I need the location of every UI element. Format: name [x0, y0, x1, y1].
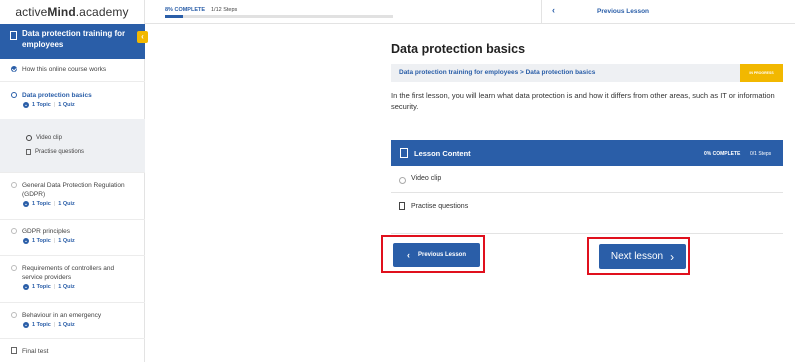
divider: [0, 255, 145, 256]
incomplete-circle-icon: [11, 92, 17, 98]
lesson-meta: ⌄ 1 Topic | 1 Quiz: [23, 284, 145, 290]
quiz-icon: [26, 149, 31, 155]
lesson-meta: ⌄ 1 Topic | 1 Quiz: [23, 102, 145, 108]
course-header[interactable]: Data protection training for employees: [0, 24, 145, 59]
quiz-icon: [11, 347, 17, 354]
separator: |: [53, 102, 56, 108]
lesson-content-item-label: Video clip: [411, 175, 442, 182]
sidebar-item-requirements[interactable]: Requirements of controllers and service …: [0, 264, 145, 290]
divider: [0, 338, 145, 339]
sidebar-item-label: How this online course works: [22, 66, 107, 73]
separator: |: [53, 284, 56, 290]
course-title: Data protection training for employees: [22, 29, 126, 49]
separator: |: [53, 322, 56, 328]
topic-count: 1 Topic: [32, 322, 51, 328]
sidebar-item-how-course-works[interactable]: How this online course works: [0, 65, 145, 74]
expand-toggle-icon[interactable]: ⌄: [23, 201, 29, 207]
expand-toggle-icon[interactable]: ⌄: [23, 238, 29, 244]
lesson-meta: ⌄ 1 Topic | 1 Quiz: [23, 201, 145, 207]
divider: [0, 172, 145, 173]
brand-prefix: active: [15, 5, 48, 19]
incomplete-circle-icon: [399, 177, 406, 184]
lesson-sub-items: [0, 119, 145, 172]
lesson-content-item-label: Practise questions: [411, 203, 469, 210]
quiz-count: 1 Quiz: [58, 102, 75, 108]
lesson-content-title: Lesson Content: [414, 149, 471, 158]
breadcrumb: Data protection training for employees >…: [391, 64, 783, 82]
lesson-content-item-practise-questions[interactable]: Practise questions: [391, 194, 783, 221]
brand-suffix: .academy: [75, 5, 129, 19]
chevron-right-icon: ›: [670, 249, 675, 264]
sub-item-practise-questions[interactable]: Practise questions: [26, 149, 84, 155]
progress-percent: 8% COMPLETE: [165, 7, 206, 13]
lesson-meta: ⌄ 1 Topic | 1 Quiz: [23, 322, 145, 328]
top-previous-lesson-link[interactable]: Previous Lesson: [597, 8, 649, 15]
lesson-intro: In the first lesson, you will learn what…: [391, 91, 775, 111]
completed-check-icon: [11, 66, 17, 72]
sidebar-item-behaviour-emergency[interactable]: Behaviour in an emergency ⌄ 1 Topic | 1 Qui…: [0, 311, 145, 328]
sidebar-item-label: Behaviour in an emergency: [22, 312, 102, 319]
topic-count: 1 Topic: [32, 201, 51, 207]
progress-track: [165, 15, 393, 18]
document-icon: [10, 31, 17, 40]
status-badge: IN PROGRESS: [740, 64, 783, 82]
divider: [391, 233, 783, 234]
progress-fill: [165, 15, 184, 18]
brand-bold: Mind: [47, 5, 76, 19]
divider: [0, 219, 145, 220]
sidebar-item-data-protection-basics[interactable]: Data protection basics ⌄ 1 Topic | 1 Quiz: [0, 91, 145, 108]
quiz-count: 1 Quiz: [58, 201, 75, 207]
breadcrumb-text[interactable]: Data protection training for employees >…: [399, 69, 595, 76]
chevron-left-icon: ‹: [406, 250, 410, 260]
topic-count: 1 Topic: [32, 102, 51, 108]
separator: |: [53, 238, 56, 244]
sidebar-item-final-test[interactable]: Final test: [0, 347, 145, 356]
lesson-content-progress: 0% COMPLETE: [704, 151, 741, 157]
divider: [0, 81, 145, 82]
quiz-icon: [399, 202, 405, 210]
expand-toggle-icon[interactable]: ⌄: [23, 322, 29, 328]
incomplete-circle-icon: [11, 228, 17, 234]
sidebar-item-label: Data protection basics: [22, 92, 92, 99]
topic-count: 1 Topic: [32, 238, 51, 244]
document-icon: [400, 148, 408, 158]
incomplete-circle-icon: [11, 182, 17, 188]
divider: [541, 0, 542, 24]
collapse-sidebar-button[interactable]: ‹: [137, 31, 148, 43]
quiz-count: 1 Quiz: [58, 238, 75, 244]
divider: [0, 302, 145, 303]
sidebar-item-label: General Data Protection Regulation (GDPR…: [22, 182, 125, 198]
expand-toggle-icon[interactable]: ⌄: [23, 102, 29, 108]
top-progress-bar: 8% COMPLETE 1/12 Steps ‹ Previous Lesson: [145, 0, 795, 24]
lesson-meta: ⌄ 1 Topic | 1 Quiz: [23, 238, 145, 244]
quiz-count: 1 Quiz: [58, 322, 75, 328]
quiz-count: 1 Quiz: [58, 284, 75, 290]
expand-toggle-icon[interactable]: ⌄: [23, 284, 29, 290]
sidebar-item-gdpr-principles[interactable]: GDPR principles ⌄ 1 Topic | 1 Quiz: [0, 227, 145, 244]
sub-item-video-clip[interactable]: Video clip: [26, 134, 62, 141]
chevron-left-icon[interactable]: ‹: [552, 5, 555, 15]
sidebar-item-gdpr[interactable]: General Data Protection Regulation (GDPR…: [0, 181, 145, 207]
next-lesson-button[interactable]: Next lesson ›: [599, 244, 686, 269]
previous-lesson-label: Previous Lesson: [417, 252, 467, 258]
sub-item-label: Video clip: [36, 134, 62, 141]
lesson-content-item-video-clip[interactable]: Video clip: [391, 166, 783, 193]
previous-lesson-button[interactable]: ‹ Previous Lesson: [393, 243, 480, 267]
sub-item-label: Practise questions: [35, 149, 85, 155]
incomplete-circle-icon: [11, 265, 17, 271]
lesson-content-steps: 0/1 Steps: [750, 151, 772, 157]
incomplete-circle-icon: [11, 312, 17, 318]
topic-count: 1 Topic: [32, 284, 51, 290]
separator: |: [53, 201, 56, 207]
sidebar-item-label: Final test: [22, 348, 49, 355]
progress-steps: 1/12 Steps: [211, 7, 238, 13]
page-title: Data protection basics: [391, 42, 526, 56]
sidebar-item-label: GDPR principles: [22, 228, 71, 235]
brand-logo[interactable]: active Mind .academy: [0, 0, 144, 24]
next-lesson-label: Next lesson: [610, 251, 664, 262]
sidebar-item-label: Requirements of controllers and service …: [22, 265, 115, 281]
incomplete-circle-icon: [26, 135, 32, 141]
lesson-content-header: Lesson Content 0% COMPLETE 0/1 Steps: [391, 140, 783, 166]
course-sidebar: active Mind .academy Data protection train…: [0, 0, 148, 362]
